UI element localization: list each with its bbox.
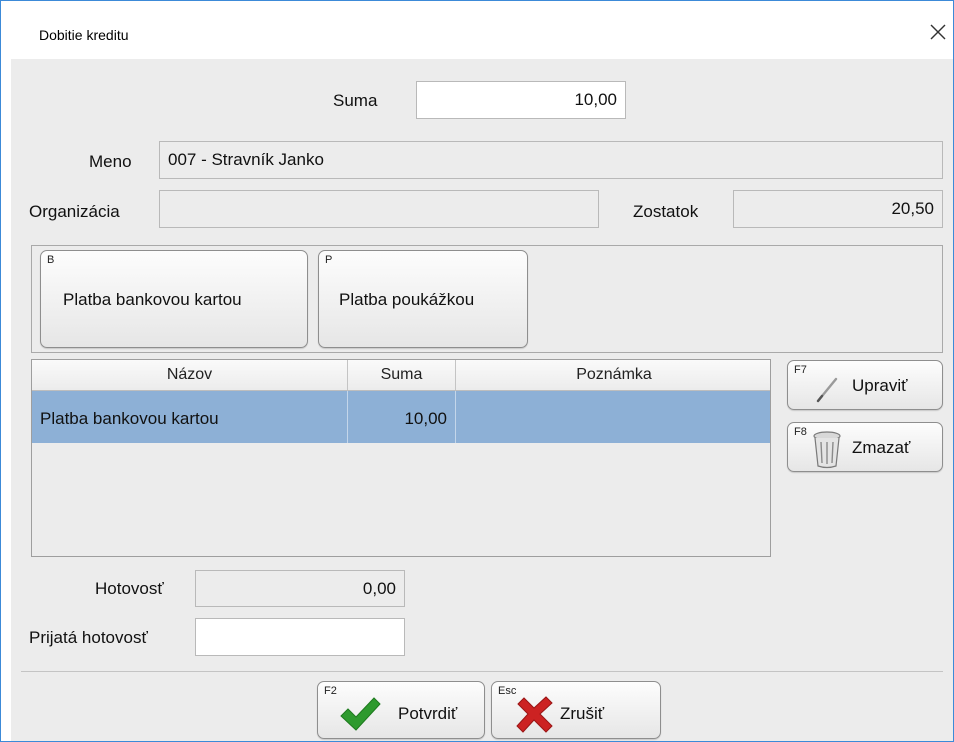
suma-input[interactable]: 10,00 bbox=[416, 81, 626, 119]
cross-icon bbox=[516, 696, 553, 733]
close-icon[interactable] bbox=[927, 21, 949, 43]
meno-field: 007 - Stravník Janko bbox=[159, 141, 943, 179]
cell-suma: 10,00 bbox=[348, 391, 456, 443]
button-label: Platba bankovou kartou bbox=[63, 290, 242, 309]
organizacia-field bbox=[159, 190, 599, 228]
dialog-content: Suma 10,00 Meno 007 - Stravník Janko Org… bbox=[11, 59, 953, 741]
edit-button[interactable]: F7 Upraviť bbox=[787, 360, 943, 410]
column-header-nazov[interactable]: Názov bbox=[32, 360, 348, 390]
zostatok-label: Zostatok bbox=[633, 202, 699, 221]
hotovost-label: Hotovosť bbox=[95, 579, 164, 598]
checkmark-icon bbox=[340, 697, 381, 731]
button-label: Zrušiť bbox=[560, 704, 605, 723]
hotkey-label: P bbox=[325, 254, 333, 266]
suma-label: Suma bbox=[333, 91, 378, 110]
title-bar: Dobitie kreditu bbox=[1, 1, 953, 59]
hotkey-label: F2 bbox=[324, 685, 337, 697]
delete-button[interactable]: F8 Zmazať bbox=[787, 422, 943, 472]
button-label: Zmazať bbox=[852, 438, 911, 457]
cell-nazov: Platba bankovou kartou bbox=[32, 391, 348, 443]
meno-label: Meno bbox=[89, 152, 132, 171]
button-label: Platba poukážkou bbox=[339, 290, 475, 309]
column-header-poznamka[interactable]: Poznámka bbox=[456, 360, 770, 390]
dialog-window: Dobitie kreditu Suma 10,00 Meno 007 - St… bbox=[0, 0, 954, 742]
voucher-payment-button[interactable]: P Platba poukážkou bbox=[318, 250, 528, 348]
payments-table[interactable]: Názov Suma Poznámka Platba bankovou kart… bbox=[31, 359, 771, 557]
cancel-button[interactable]: Esc Zrušiť bbox=[491, 681, 661, 739]
hotovost-field: 0,00 bbox=[195, 570, 405, 607]
table-row[interactable]: Platba bankovou kartou 10,00 bbox=[32, 391, 770, 443]
organizacia-label: Organizácia bbox=[29, 202, 120, 221]
zostatok-field: 20,50 bbox=[733, 190, 943, 228]
button-label: Upraviť bbox=[852, 376, 908, 395]
hotkey-label: F8 bbox=[794, 426, 807, 438]
cell-poznamka bbox=[456, 391, 770, 443]
button-label: Potvrdiť bbox=[398, 704, 458, 723]
hotkey-label: F7 bbox=[794, 364, 807, 376]
divider bbox=[21, 671, 943, 672]
trash-icon bbox=[813, 431, 841, 469]
payment-panel: B Platba bankovou kartou P Platba poukáž… bbox=[31, 245, 943, 353]
prijata-hotovost-label: Prijatá hotovosť bbox=[29, 628, 148, 647]
column-header-suma[interactable]: Suma bbox=[348, 360, 456, 390]
window-title: Dobitie kreditu bbox=[39, 27, 129, 43]
pencil-icon bbox=[816, 377, 838, 403]
hotkey-label: B bbox=[47, 254, 55, 266]
bank-card-payment-button[interactable]: B Platba bankovou kartou bbox=[40, 250, 308, 348]
confirm-button[interactable]: F2 Potvrdiť bbox=[317, 681, 485, 739]
prijata-hotovost-input[interactable] bbox=[195, 618, 405, 656]
table-header: Názov Suma Poznámka bbox=[32, 360, 770, 391]
